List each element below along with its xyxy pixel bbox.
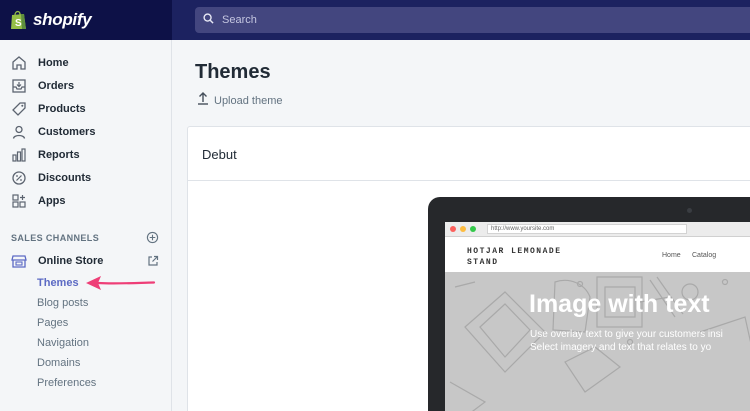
- apps-icon: [10, 192, 28, 210]
- sidebar-sub-themes[interactable]: Themes: [37, 277, 79, 289]
- browser-minimize-dot: [460, 226, 466, 232]
- sidebar-item-home[interactable]: Home: [10, 53, 69, 73]
- sidebar-item-products[interactable]: Products: [10, 99, 86, 119]
- upload-theme-button[interactable]: Upload theme: [197, 92, 283, 110]
- store-icon: [10, 252, 28, 270]
- sidebar-sub-domains[interactable]: Domains: [37, 357, 80, 369]
- annotation-arrow-icon: [84, 270, 156, 299]
- shopify-logo[interactable]: S shopify: [0, 0, 172, 40]
- search-icon: [203, 11, 214, 29]
- preview-hero-line-2: Select imagery and text that relates to …: [530, 342, 712, 353]
- sidebar-sub-pages[interactable]: Pages: [37, 317, 68, 329]
- browser-close-dot: [450, 226, 456, 232]
- home-icon: [10, 54, 28, 72]
- discount-icon: [10, 169, 28, 187]
- person-icon: [10, 123, 28, 141]
- search-placeholder: Search: [222, 14, 257, 26]
- svg-text:S: S: [15, 18, 22, 29]
- preview-hero-line-1: Use overlay text to give your customers …: [530, 329, 723, 340]
- sidebar-sub-navigation[interactable]: Navigation: [37, 337, 89, 349]
- sidebar-sub-preferences[interactable]: Preferences: [37, 377, 96, 389]
- top-bar: S shopify Search: [0, 0, 750, 40]
- sales-channels-heading: SALES CHANNELS: [11, 233, 100, 243]
- preview-nav-home: Home: [662, 252, 681, 259]
- tag-icon: [10, 100, 28, 118]
- search-input[interactable]: Search: [195, 7, 750, 33]
- bar-chart-icon: [10, 146, 28, 164]
- sidebar-item-reports[interactable]: Reports: [10, 145, 80, 165]
- brand-name: shopify: [33, 10, 92, 29]
- theme-name: Debut: [202, 147, 237, 162]
- sidebar-item-online-store[interactable]: Online Store: [10, 251, 103, 271]
- sidebar-item-orders[interactable]: Orders: [10, 76, 74, 96]
- page-title: Themes: [195, 61, 271, 83]
- theme-card-header: Debut: [188, 127, 750, 181]
- browser-zoom-dot: [470, 226, 476, 232]
- preview-hero-title: Image with text: [529, 290, 710, 318]
- browser-bar: http://www.yoursite.com: [445, 222, 750, 237]
- sidebar-item-customers[interactable]: Customers: [10, 122, 95, 142]
- preview-store-name: HOTJAR LEMONADE STAND: [467, 247, 562, 267]
- add-channel-icon[interactable]: [146, 231, 159, 249]
- shopping-bag-icon: S: [10, 10, 28, 30]
- theme-preview-screen: http://www.yoursite.com HOTJAR LEMONADE …: [445, 222, 750, 411]
- preview-nav-catalog: Catalog: [692, 252, 717, 259]
- sidebar: Home Orders Products Customers Reports D…: [0, 40, 172, 411]
- orders-icon: [10, 77, 28, 95]
- sidebar-sub-blog-posts[interactable]: Blog posts: [37, 297, 88, 309]
- sidebar-item-apps[interactable]: Apps: [10, 191, 66, 211]
- upload-icon: [197, 92, 209, 110]
- sidebar-item-discounts[interactable]: Discounts: [10, 168, 91, 188]
- browser-url: http://www.yoursite.com: [487, 224, 687, 234]
- laptop-camera: [687, 208, 692, 213]
